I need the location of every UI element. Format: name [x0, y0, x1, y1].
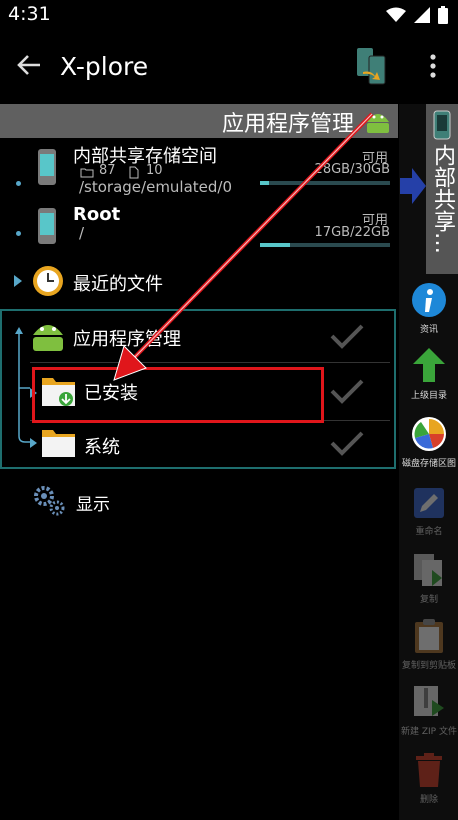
zip-icon	[414, 686, 444, 716]
disk-map-label: 磁盘存储区图	[401, 459, 456, 469]
pie-chart-icon	[412, 417, 446, 451]
copy-icon	[414, 554, 442, 586]
clipboard-icon	[415, 619, 443, 653]
new-zip-button: 新建 ZIP 文件	[401, 684, 457, 740]
annotation-arrow	[113, 112, 374, 381]
new-zip-label: 新建 ZIP 文件	[401, 727, 457, 737]
delete-label: 删除	[419, 795, 438, 805]
info-icon	[412, 283, 446, 317]
rename-label: 重命名	[415, 527, 443, 537]
info-label: 资讯	[419, 325, 438, 335]
parent-folder-button[interactable]: 上级目录	[401, 346, 457, 404]
copy-to-clipboard-label: 复制到剪贴板	[401, 661, 456, 671]
delete-button: 删除	[401, 752, 457, 808]
copy-label: 复制	[419, 595, 438, 605]
up-arrow-icon	[413, 348, 445, 382]
copy-button: 复制	[401, 552, 457, 608]
disk-map-button[interactable]: 磁盘存储区图	[401, 416, 457, 472]
trash-icon	[416, 753, 442, 787]
parent-folder-label: 上级目录	[410, 391, 447, 401]
info-button[interactable]: 资讯	[401, 282, 457, 338]
pencil-icon	[414, 488, 444, 518]
rename-button: 重命名	[401, 486, 457, 542]
copy-to-clipboard-button: 复制到剪贴板	[401, 618, 457, 674]
